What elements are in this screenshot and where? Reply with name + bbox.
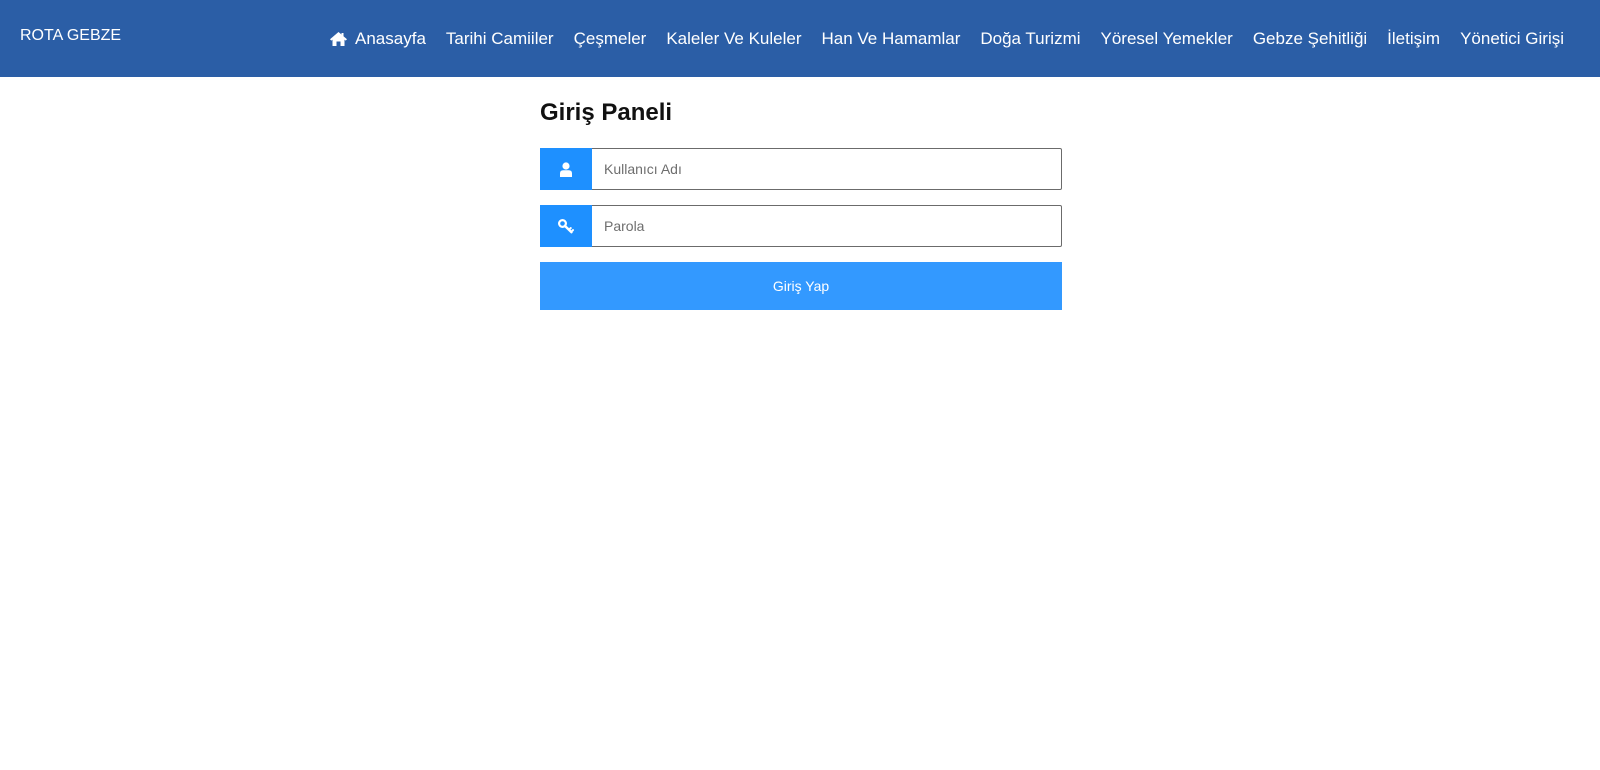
nav-link-anasayfa[interactable]: Anasayfa [329,29,426,49]
nav-link-gebze-sehitligi[interactable]: Gebze Şehitliği [1253,29,1367,49]
login-button[interactable]: Giriş Yap [540,262,1062,310]
user-icon [559,161,573,177]
nav-link-yoresel-yemekler[interactable]: Yöresel Yemekler [1101,29,1233,49]
home-icon [329,31,348,47]
nav-link-tarihi-camiiler[interactable]: Tarihi Camiiler [446,29,554,49]
username-input[interactable] [592,148,1062,190]
nav-link-kaleler-ve-kuleler[interactable]: Kaleler Ve Kuleler [666,29,801,49]
brand-logo-link[interactable]: ROTA GEBZE [20,27,121,45]
password-input-group [540,205,1062,247]
nav-link-cesmeler[interactable]: Çeşmeler [574,29,647,49]
key-icon [557,218,575,234]
nav-link-doga-turizmi[interactable]: Doğa Turizmi [980,29,1080,49]
top-navbar: ROTA GEBZE Anasayfa Tarihi Camiiler Çeşm… [0,0,1600,77]
login-panel: Giriş Paneli Giriş Yap [540,97,1062,310]
password-input[interactable] [592,205,1062,247]
username-input-group [540,148,1062,190]
nav-link-han-ve-hamamlar[interactable]: Han Ve Hamamlar [821,29,960,49]
password-addon [540,205,592,247]
nav-link-label: Anasayfa [355,28,426,48]
nav-link-iletisim[interactable]: İletişim [1387,29,1440,49]
page-title: Giriş Paneli [540,99,673,126]
username-addon [540,148,592,190]
nav-link-yonetici-girisi[interactable]: Yönetici Girişi [1460,29,1564,49]
main-nav: Anasayfa Tarihi Camiiler Çeşmeler Kalele… [329,0,1564,77]
